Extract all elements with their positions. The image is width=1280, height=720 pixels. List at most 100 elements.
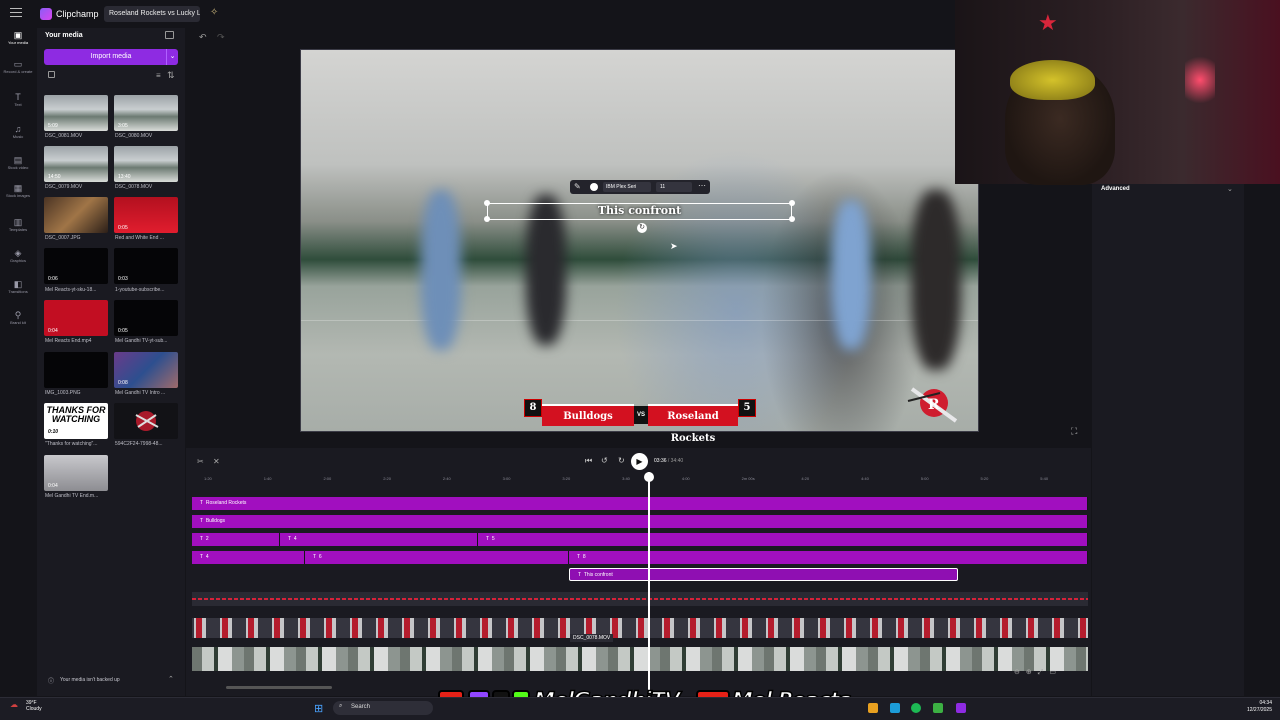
clip-label: Roseland Rockets xyxy=(205,500,247,506)
selected-text-clip[interactable]: T This confront xyxy=(569,568,958,581)
text-color-swatch[interactable] xyxy=(590,183,598,191)
video-track[interactable] xyxy=(192,647,1088,671)
playhead-handle[interactable] xyxy=(644,472,654,482)
media-panel-title: Your media xyxy=(45,32,83,39)
rotate-icon[interactable]: ↻ xyxy=(637,223,647,233)
media-thumbnail[interactable]: 3:05 xyxy=(114,95,178,131)
filter-icon[interactable]: ≡ xyxy=(156,71,161,80)
rail-item-record[interactable]: ▭ Record & create xyxy=(0,59,36,74)
zoom-controls[interactable]: ⊖⊕⤢▭ xyxy=(1014,668,1062,677)
media-thumbnail[interactable] xyxy=(44,352,108,388)
project-name-field[interactable]: Roseland Rockets vs Lucky L xyxy=(104,6,200,22)
weather-icon[interactable]: ☁ xyxy=(10,700,18,709)
font-size-select[interactable]: 11 xyxy=(656,182,692,192)
media-thumbnail[interactable]: THANKS FOR WATCHING 0:10 xyxy=(44,403,108,439)
media-thumbnail[interactable]: 0:05 xyxy=(114,197,178,233)
delete-icon[interactable]: ✕ xyxy=(213,457,220,466)
rail-item-transitions[interactable]: ◧ Transitions xyxy=(0,279,36,294)
rail-item-stock-video[interactable]: ▤ Stock video xyxy=(0,155,36,170)
media-thumbnail[interactable] xyxy=(44,197,108,233)
rockets-logo-icon: R xyxy=(907,387,958,423)
menu-icon[interactable] xyxy=(10,8,22,18)
text-clip[interactable]: T 4 xyxy=(280,533,478,546)
clip-label: This confront xyxy=(583,572,613,578)
media-thumbnail[interactable]: 0:04 xyxy=(44,455,108,491)
weather-widget[interactable]: 39°F Cloudy xyxy=(26,700,42,712)
undo-icon[interactable]: ↶ xyxy=(199,32,207,43)
team-right-name: Roseland Rockets xyxy=(648,404,738,444)
edge-icon[interactable] xyxy=(890,703,900,713)
stock-images-icon: ▦ xyxy=(13,183,23,193)
media-thumbnail[interactable]: 0:08 xyxy=(114,352,178,388)
ruler-tick: 3:40 xyxy=(622,476,630,481)
webcam-overlay xyxy=(955,0,1280,184)
ruler-tick: 2m 00s xyxy=(741,476,755,481)
more-options-icon[interactable]: ⋯ xyxy=(698,181,706,190)
text-clip[interactable]: T Roseland Rockets xyxy=(192,497,1088,510)
text-clip[interactable]: T 5 xyxy=(478,533,1088,546)
select-all-checkbox[interactable] xyxy=(48,71,55,78)
text-clip[interactable]: T 6 xyxy=(305,551,569,564)
text-clip[interactable]: T 8 xyxy=(569,551,1088,564)
rail-label: Stock video xyxy=(7,165,29,170)
forward-icon[interactable]: ↻ xyxy=(618,456,625,465)
rewind-icon[interactable]: ↺ xyxy=(601,456,608,465)
logo-overlay-track[interactable] xyxy=(192,618,1088,638)
collapse-panel-icon[interactable] xyxy=(165,31,174,39)
media-thumbnail[interactable]: 0:05 xyxy=(114,300,178,336)
taskbar-search[interactable]: Search xyxy=(333,701,433,715)
fullscreen-icon[interactable]: ⛶ xyxy=(1071,426,1077,437)
rail-item-music[interactable]: ♫ Music xyxy=(0,124,36,139)
rail-item-brand-kit[interactable]: ⚲ Brand kit xyxy=(0,310,36,325)
media-label: 1-youtube-subscribe... xyxy=(115,287,165,293)
windows-start-icon[interactable]: ⊞ xyxy=(314,702,323,715)
chevron-up-icon[interactable]: ⌃ xyxy=(168,675,174,683)
media-thumbnail[interactable]: 5:09 xyxy=(44,95,108,131)
media-thumbnail[interactable] xyxy=(114,403,178,439)
playhead[interactable] xyxy=(648,472,650,690)
media-thumbnail[interactable]: 0:03 xyxy=(114,248,178,284)
rail-item-graphics[interactable]: ◈ Graphics xyxy=(0,248,36,263)
timeline-ruler[interactable]: 1:20 1:40 2:00 2:20 2:40 3:00 3:20 3:40 4:00 2m 0… xyxy=(192,472,1088,486)
sparkle-icon[interactable]: ✧ xyxy=(210,7,218,18)
templates-icon: ▥ xyxy=(13,217,23,227)
ruler-tick: 2:20 xyxy=(383,476,391,481)
import-media-button[interactable]: Import media xyxy=(44,49,178,65)
media-thumbnail[interactable]: 0:06 xyxy=(44,248,108,284)
timeline-scrollbar[interactable] xyxy=(226,686,332,689)
record-icon: ▭ xyxy=(13,59,23,69)
blurred-player xyxy=(831,200,871,350)
redo-icon[interactable]: ↷ xyxy=(217,32,225,43)
clipchamp-taskbar-icon[interactable] xyxy=(956,703,966,713)
stock-video-icon: ▤ xyxy=(13,155,23,165)
clip-label: 6 xyxy=(318,554,322,560)
text-clip[interactable]: T 4 xyxy=(192,551,305,564)
app-icon[interactable] xyxy=(933,703,943,713)
rail-label: Stock images xyxy=(5,193,30,198)
rail-item-stock-images[interactable]: ▦ Stock images xyxy=(0,183,36,198)
media-thumbnail[interactable]: 13:40 xyxy=(114,146,178,182)
skip-to-start-icon[interactable]: ⏮ xyxy=(585,456,592,466)
text-overlay[interactable]: This confront xyxy=(487,204,792,217)
split-icon[interactable]: ✂ xyxy=(197,457,204,466)
info-icon: ⓘ xyxy=(48,679,55,685)
media-thumbnail[interactable]: 0:04 xyxy=(44,300,108,336)
sort-icon[interactable]: ⇅ xyxy=(167,70,175,81)
spotify-icon[interactable] xyxy=(911,703,921,713)
media-thumbnail[interactable]: 14:50 xyxy=(44,146,108,182)
advanced-section-title[interactable]: Advanced xyxy=(1101,186,1130,192)
ruler-tick: 5:00 xyxy=(920,476,929,481)
import-dropdown-chevron-icon[interactable]: ⌄ xyxy=(166,49,178,65)
chevron-down-icon[interactable]: ⌄ xyxy=(1227,185,1233,193)
play-button[interactable]: ▶ xyxy=(631,453,648,470)
edit-pencil-icon[interactable]: ✎ xyxy=(574,182,581,191)
font-select[interactable]: IBM Plex Seri xyxy=(603,182,651,192)
rail-item-templates[interactable]: ▥ Templates xyxy=(0,217,36,232)
rail-item-your-media[interactable]: ▣ Your media xyxy=(0,30,36,45)
rail-item-text[interactable]: T Text xyxy=(0,92,36,107)
chrome-icon[interactable] xyxy=(868,703,878,713)
text-clip[interactable]: T 2 xyxy=(192,533,280,546)
text-clip[interactable]: T Bulldogs xyxy=(192,515,1088,528)
search-icon: ⌕ xyxy=(339,703,343,709)
video-preview[interactable] xyxy=(300,49,979,432)
